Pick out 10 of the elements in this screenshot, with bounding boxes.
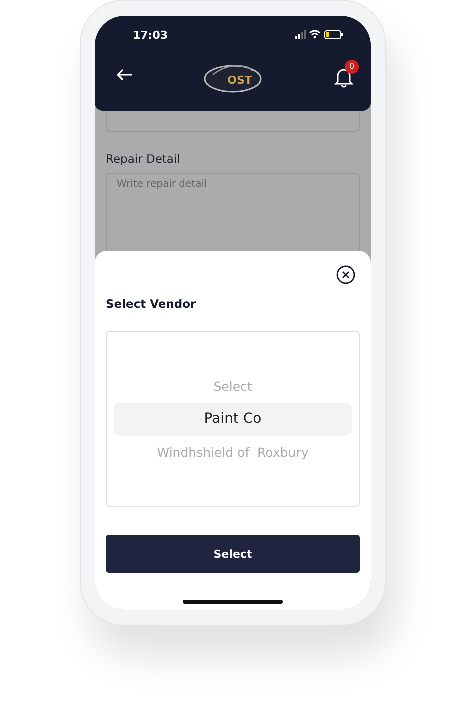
field-label: Repair Detail <box>106 152 182 166</box>
close-button[interactable] <box>336 265 356 285</box>
sheet-title: Select Vendor <box>106 297 198 311</box>
status-time: 17:03 <box>133 28 168 42</box>
notification-badge: 0 <box>345 60 359 74</box>
repair-detail-field[interactable]: Write repair detail <box>106 172 360 251</box>
select-button[interactable]: Select <box>106 535 360 573</box>
status-icons <box>295 30 345 40</box>
input-field[interactable] <box>106 111 360 132</box>
picker-option[interactable]: Paint Co <box>114 402 352 436</box>
